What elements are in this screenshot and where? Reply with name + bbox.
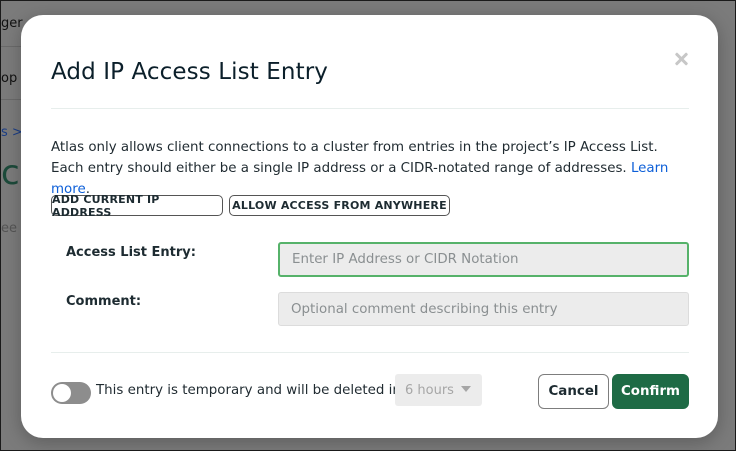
add-ip-access-list-modal: Add IP Access List Entry Atlas only allo…	[21, 15, 718, 438]
background-text: ee	[1, 221, 17, 236]
temporary-entry-label: This entry is temporary and will be dele…	[96, 383, 401, 398]
duration-selected-value: 6 hours	[405, 382, 454, 398]
close-icon[interactable]	[673, 51, 689, 67]
window-frame: ger op S s > ce ee Add IP Access List En…	[0, 0, 736, 451]
temporary-entry-toggle[interactable]	[51, 382, 91, 404]
access-list-entry-input[interactable]	[278, 242, 689, 277]
comment-label: Comment:	[66, 294, 142, 309]
background-text: ger	[1, 16, 23, 31]
chevron-down-icon	[461, 386, 471, 392]
toggle-knob	[53, 384, 71, 402]
modal-title: Add IP Access List Entry	[51, 59, 328, 85]
divider	[51, 352, 689, 353]
modal-description: Atlas only allows client connections to …	[51, 140, 669, 197]
confirm-button[interactable]: Confirm	[612, 374, 689, 409]
comment-input[interactable]	[278, 292, 689, 326]
background-breadcrumb: s >	[1, 125, 23, 140]
access-list-entry-label: Access List Entry:	[66, 245, 196, 260]
divider	[51, 108, 689, 109]
duration-select[interactable]: 6 hours	[395, 374, 482, 406]
description-text: Atlas only allows client connections to …	[51, 140, 658, 176]
cancel-button[interactable]: Cancel	[538, 374, 609, 409]
allow-access-from-anywhere-button[interactable]: ALLOW ACCESS FROM ANYWHERE	[229, 195, 450, 216]
add-current-ip-button[interactable]: ADD CURRENT IP ADDRESS	[51, 193, 223, 219]
